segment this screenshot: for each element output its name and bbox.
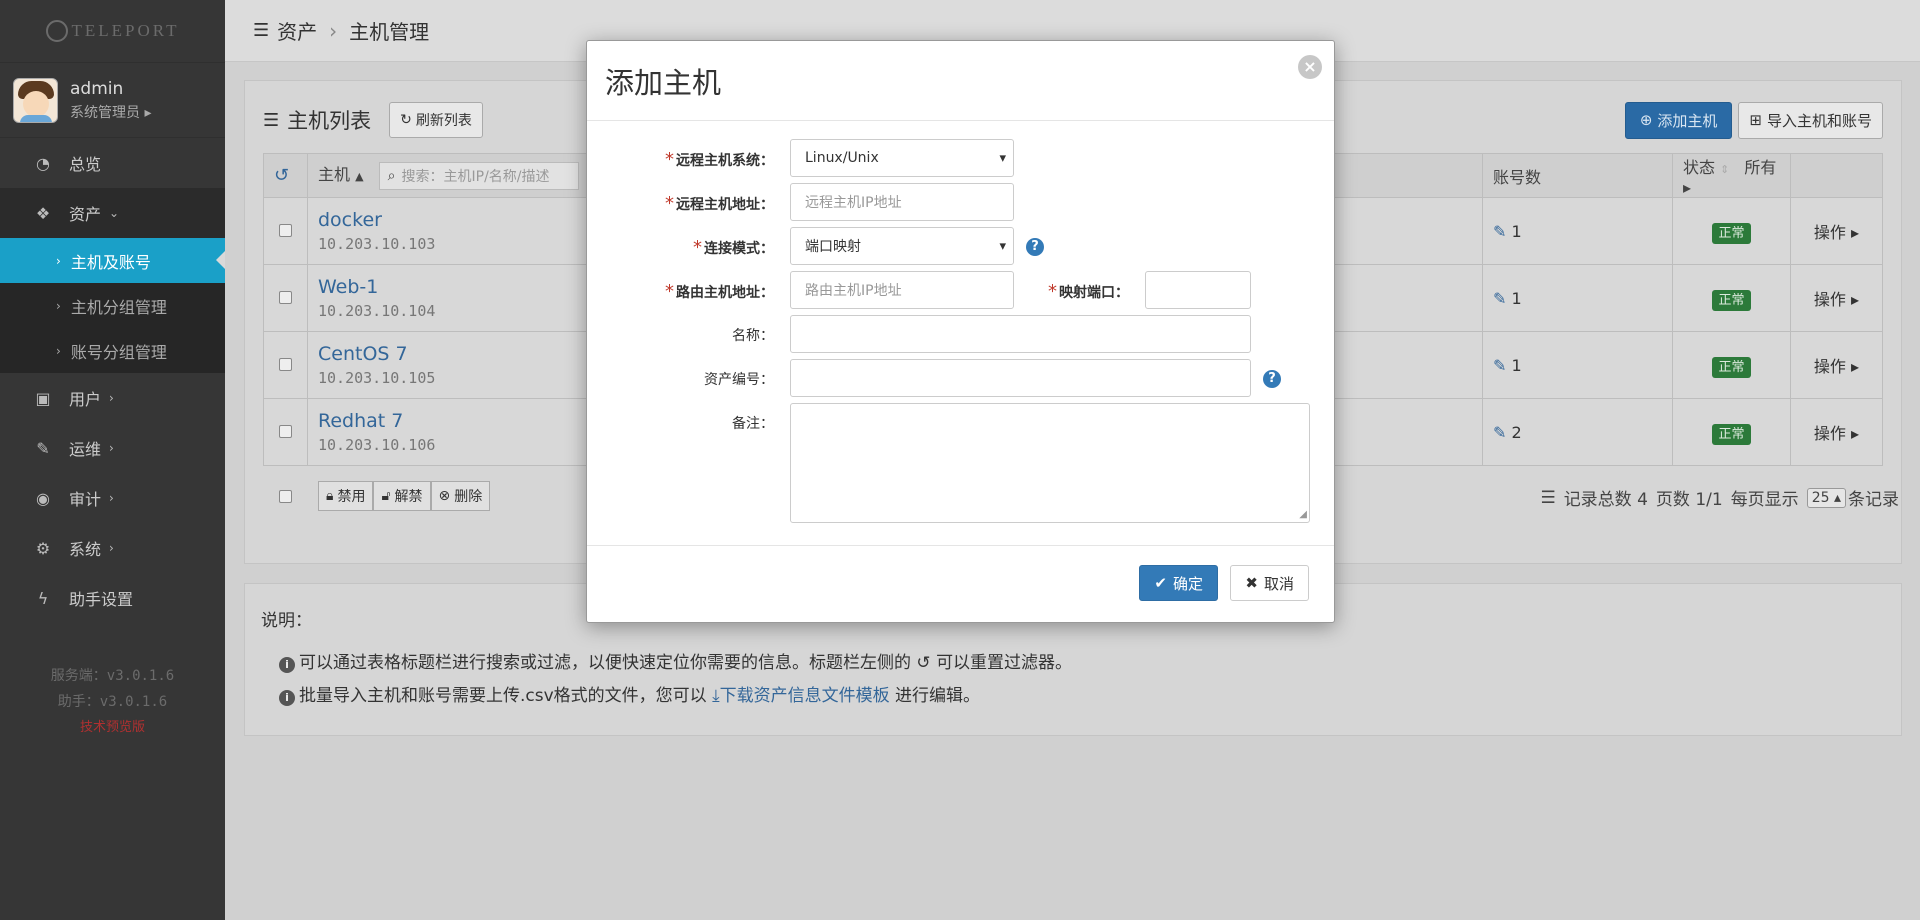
os-select[interactable]: Linux/Unix (790, 139, 1014, 177)
mapped-port-input[interactable] (1145, 271, 1251, 309)
close-icon[interactable]: × (1298, 55, 1322, 79)
remote-address-input[interactable]: 远程主机IP地址 (790, 183, 1014, 221)
required-icon: * (665, 149, 674, 170)
cancel-button[interactable]: ✖ 取消 (1230, 565, 1309, 601)
add-host-form: *远程主机系统： Linux/Unix *远程主机地址： 远程主机IP地址 *连… (587, 121, 1334, 547)
remark-label: 备注： (732, 416, 774, 432)
mode-label: * 连接模式： (693, 237, 774, 258)
help-icon[interactable]: ? (1263, 370, 1281, 388)
asset-number-label: 资产编号： (704, 372, 774, 388)
os-label: * 远程主机系统： (665, 149, 774, 170)
asset-number-input[interactable] (790, 359, 1251, 397)
connect-mode-select[interactable]: 端口映射 (790, 227, 1014, 265)
required-icon: * (665, 281, 674, 302)
name-label: 名称： (732, 328, 774, 344)
router-address-input[interactable]: 路由主机IP地址 (790, 271, 1014, 309)
times-icon: ✖ (1245, 574, 1258, 592)
name-input[interactable] (790, 315, 1251, 353)
required-icon: * (693, 237, 702, 258)
required-icon: * (665, 193, 674, 214)
remark-textarea[interactable]: ◢ (790, 403, 1310, 523)
check-icon: ✔ (1154, 574, 1167, 592)
resize-handle-icon[interactable]: ◢ (1299, 509, 1307, 520)
dialog-title: 添加主机 (605, 65, 722, 100)
addr-label: * 远程主机地址： (665, 193, 774, 214)
confirm-button[interactable]: ✔ 确定 (1139, 565, 1218, 601)
router-label: * 路由主机地址： (665, 281, 774, 302)
required-icon: * (1048, 281, 1057, 302)
help-icon[interactable]: ? (1026, 238, 1044, 256)
add-host-dialog: 添加主机 × *远程主机系统： Linux/Unix *远程主机地址： 远程主机… (586, 40, 1335, 623)
port-label: * 映射端口： (1048, 281, 1129, 302)
